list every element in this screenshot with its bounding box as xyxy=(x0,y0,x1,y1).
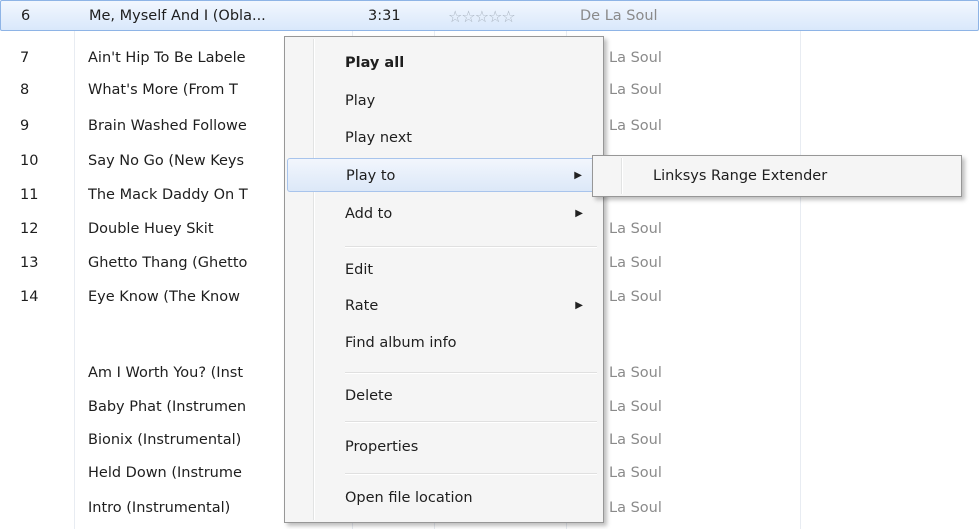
track-title: Ain't Hip To Be Labele xyxy=(88,50,246,66)
menu-item-label: Rate xyxy=(345,298,379,314)
track-artist: La Soul xyxy=(609,365,662,381)
submenu-arrow-icon: ▶ xyxy=(575,208,583,219)
track-artist: La Soul xyxy=(609,465,662,481)
menu-item-play-to[interactable]: Play to ▶ xyxy=(287,158,601,192)
menu-item-play[interactable]: Play xyxy=(287,84,601,118)
track-title: Say No Go (New Keys xyxy=(88,153,245,169)
menu-separator xyxy=(345,421,597,423)
submenu-item-linksys-range-extender[interactable]: Linksys Range Extender xyxy=(595,158,959,194)
track-number: 14 xyxy=(20,289,39,305)
menu-item-label: Delete xyxy=(345,388,393,404)
track-artist: De La Soul xyxy=(580,8,658,24)
submenu-item-label: Linksys Range Extender xyxy=(653,168,828,184)
track-number: 8 xyxy=(20,82,30,98)
track-number: 12 xyxy=(20,221,39,237)
track-title: Am I Worth You? (Inst xyxy=(88,365,244,381)
track-title: Brain Washed Followe xyxy=(88,118,247,134)
track-artist: La Soul xyxy=(609,289,662,305)
track-number: 10 xyxy=(20,153,39,169)
menu-item-label: Play xyxy=(345,93,376,109)
menu-item-label: Edit xyxy=(345,262,374,278)
track-title: Eye Know (The Know xyxy=(88,289,240,305)
track-title: Me, Myself And I (Obla... xyxy=(89,8,266,24)
track-artist: La Soul xyxy=(609,50,662,66)
menu-item-label: Find album info xyxy=(345,335,457,351)
track-artist: La Soul xyxy=(609,118,662,134)
track-number: 13 xyxy=(20,255,39,271)
track-artist: La Soul xyxy=(609,82,662,98)
menu-item-play-all[interactable]: Play all xyxy=(287,46,601,80)
menu-item-play-next[interactable]: Play next xyxy=(287,121,601,155)
menu-separator xyxy=(345,473,597,475)
track-number: 9 xyxy=(20,118,30,134)
menu-item-rate[interactable]: Rate ▶ xyxy=(287,289,601,323)
track-artist: La Soul xyxy=(609,221,662,237)
track-title: The Mack Daddy On T xyxy=(88,187,248,203)
menu-item-open-file-location[interactable]: Open file location xyxy=(287,481,601,515)
track-title: Held Down (Instrume xyxy=(88,465,242,481)
track-artist: La Soul xyxy=(609,255,662,271)
track-title: Intro (Instrumental) xyxy=(88,500,231,516)
track-title: Ghetto Thang (Ghetto xyxy=(88,255,248,271)
submenu-arrow-icon: ▶ xyxy=(575,300,583,311)
context-menu: Play all Play Play next Play to ▶ Add to… xyxy=(284,36,604,523)
menu-separator xyxy=(345,246,597,248)
track-title: What's More (From T xyxy=(88,82,238,98)
menu-item-delete[interactable]: Delete xyxy=(287,379,601,413)
menu-item-find-album-info[interactable]: Find album info xyxy=(287,326,601,360)
menu-item-properties[interactable]: Properties xyxy=(287,430,601,464)
track-length: 3:31 xyxy=(368,8,401,24)
track-title: Double Huey Skit xyxy=(88,221,214,237)
menu-item-label: Open file location xyxy=(345,490,473,506)
track-number: 7 xyxy=(20,50,30,66)
track-artist: La Soul xyxy=(609,500,662,516)
play-to-submenu: Linksys Range Extender xyxy=(592,155,962,197)
menu-item-label: Play next xyxy=(345,130,412,146)
track-artist: La Soul xyxy=(609,399,662,415)
menu-item-edit[interactable]: Edit xyxy=(287,253,601,287)
track-title: Baby Phat (Instrumen xyxy=(88,399,247,415)
rating-stars[interactable]: ☆☆☆☆☆ xyxy=(448,1,558,32)
track-number: 11 xyxy=(20,187,39,203)
track-artist: La Soul xyxy=(609,432,662,448)
menu-item-label: Play all xyxy=(345,55,405,71)
menu-item-label: Play to xyxy=(346,168,396,184)
menu-item-label: Properties xyxy=(345,439,419,455)
submenu-arrow-icon: ▶ xyxy=(574,170,582,181)
track-title: Bionix (Instrumental) xyxy=(88,432,242,448)
table-row-selected[interactable]: 6 Me, Myself And I (Obla... 3:31 ☆☆☆☆☆ D… xyxy=(0,0,979,31)
menu-separator xyxy=(345,372,597,374)
menu-item-add-to[interactable]: Add to ▶ xyxy=(287,197,601,231)
track-number: 6 xyxy=(21,8,31,24)
menu-item-label: Add to xyxy=(345,206,393,222)
